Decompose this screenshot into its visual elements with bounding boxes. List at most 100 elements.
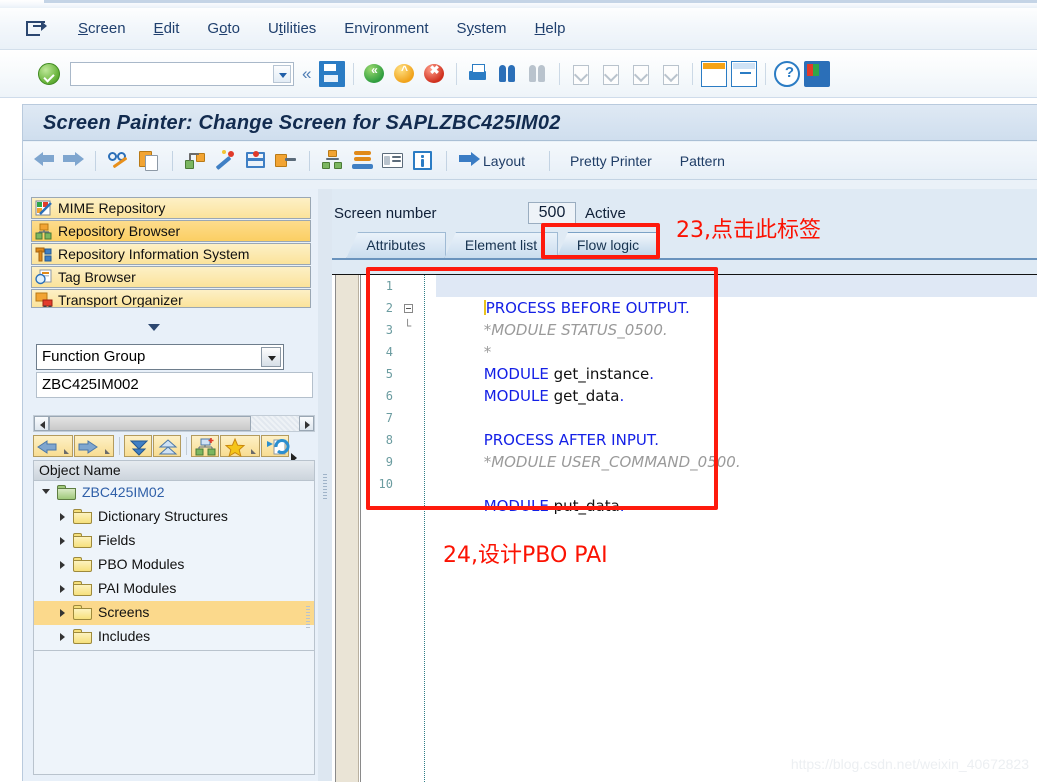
pane-splitter[interactable] [318,189,332,781]
forward-arrow-icon[interactable] [62,151,84,170]
toolbar-divider [95,150,96,171]
magic-wand-icon[interactable] [213,148,239,174]
back-icon[interactable]: « [362,61,388,87]
tree-back-button[interactable] [33,435,73,457]
mime-repository-icon [35,200,53,217]
nav-scroll-down-icon[interactable] [148,324,160,331]
favorites-button[interactable] [220,435,260,458]
tree-row-label: ZBC425IM02 [82,484,165,500]
chevron-right-icon[interactable] [60,537,65,545]
chevron-right-icon[interactable] [60,561,65,569]
sidebar-item-transport-organizer[interactable]: Transport Organizer [31,289,311,308]
object-type-value: Function Group [42,348,146,365]
customize-local-layout-icon[interactable] [804,60,831,87]
menu-item-help[interactable]: Help [521,18,580,39]
previous-page-icon[interactable] [598,61,624,87]
create-shortcut-icon[interactable] [731,60,758,87]
tree-row[interactable]: PAI Modules [34,577,314,601]
object-type-select[interactable]: Function Group [36,344,284,370]
chevron-right-icon[interactable] [60,585,65,593]
tree-row-screens[interactable]: Screens [34,601,314,625]
tree-row-label: Dictionary Structures [98,508,228,524]
toolbar-divider [765,62,767,85]
flow-logic-icon[interactable] [243,148,269,174]
tree-row[interactable]: Dictionary Structures [34,505,314,529]
first-page-icon[interactable] [568,61,594,87]
info-icon[interactable] [410,148,436,174]
display-object-list-button[interactable] [191,435,219,457]
tree-row-root[interactable]: ZBC425IM02 [34,481,314,505]
menu-item-goto[interactable]: Goto [193,18,254,39]
scrollbar-track[interactable] [251,416,299,431]
create-session-icon[interactable] [701,60,728,87]
command-field-dropdown-icon[interactable] [273,64,291,83]
cancel-icon[interactable]: ✖ [422,61,448,87]
tree-row[interactable]: Includes [34,625,314,649]
folder-icon [73,533,92,548]
refresh-button[interactable] [261,435,290,457]
chevron-down-icon[interactable] [261,347,281,367]
sidebar-item-label: Repository Information System [58,246,250,262]
sidebar-item-repository-browser[interactable]: Repository Browser [31,220,311,242]
last-page-icon[interactable] [658,61,684,87]
menu-item-environment[interactable]: Environment [330,18,442,39]
toolbar-expand-icon[interactable]: « [302,64,311,84]
tree-forward-button[interactable] [74,435,114,457]
open-folder-icon [57,485,76,500]
help-icon[interactable] [774,60,802,87]
menu-item-utilities[interactable]: Utilities [254,18,330,39]
find-icon[interactable] [495,61,521,87]
next-page-icon[interactable] [628,61,654,87]
layout-arrow-icon[interactable] [458,151,480,170]
scrollbar-thumb[interactable] [49,416,251,431]
expand-all-button[interactable] [124,435,152,457]
display-change-icon[interactable] [106,148,132,174]
object-list-icon[interactable] [183,148,209,174]
repository-info-system-icon [35,246,53,263]
window-top-strip [0,0,1037,8]
hierarchy-icon[interactable] [320,148,346,174]
chevron-right-icon[interactable] [60,609,65,617]
scroll-right-icon[interactable] [299,416,314,431]
command-field[interactable] [70,61,294,86]
menu-item-edit[interactable]: Edit [140,18,194,39]
layout-button[interactable]: Layout [483,153,535,169]
find-next-icon[interactable] [525,61,551,87]
sidebar-item-mime-repository[interactable]: MIME Repository [31,197,311,219]
tree-row-label: PBO Modules [98,556,185,572]
back-arrow-icon[interactable] [34,151,56,170]
copy-icon[interactable] [136,148,162,174]
forward-navigation-icon[interactable] [273,148,299,174]
sidebar-item-repository-information-system[interactable]: Repository Information System [31,243,311,265]
toolbar-divider [559,62,561,85]
tree-resize-grip[interactable] [306,606,310,630]
element-list-icon[interactable] [380,148,406,174]
pretty-printer-button[interactable]: Pretty Printer [558,153,662,169]
stack-icon[interactable] [350,148,376,174]
sidebar-horizontal-scrollbar[interactable] [33,415,315,432]
exit-window-icon[interactable] [24,18,50,40]
enter-button[interactable] [38,62,60,85]
print-icon[interactable] [465,61,491,87]
sidebar-item-tag-browser[interactable]: Tag Browser [31,266,311,288]
tab-attributes[interactable]: Attributes [346,232,446,259]
tree-divider [34,650,314,651]
tree-row[interactable]: PBO Modules [34,553,314,577]
toolbar-divider [119,437,120,455]
exit-icon[interactable]: ^ [392,61,418,87]
menu-item-screen[interactable]: Screen [64,18,140,39]
tree-row[interactable]: Fields [34,529,314,553]
object-name-input[interactable]: ZBC425IM002 [36,372,313,398]
menu-item-system[interactable]: System [443,18,521,39]
save-icon[interactable] [319,60,346,87]
scroll-left-icon[interactable] [34,416,49,431]
sidebar-item-label: Transport Organizer [58,292,183,308]
collapse-all-button[interactable] [153,435,181,457]
screen-number-field[interactable]: 500 [528,202,576,224]
chevron-down-icon[interactable] [42,489,50,494]
chevron-right-icon[interactable] [60,513,65,521]
folder-icon [73,557,92,572]
editor-left-gutter [335,275,359,782]
chevron-right-icon[interactable] [60,633,65,641]
pattern-button[interactable]: Pattern [662,153,735,169]
